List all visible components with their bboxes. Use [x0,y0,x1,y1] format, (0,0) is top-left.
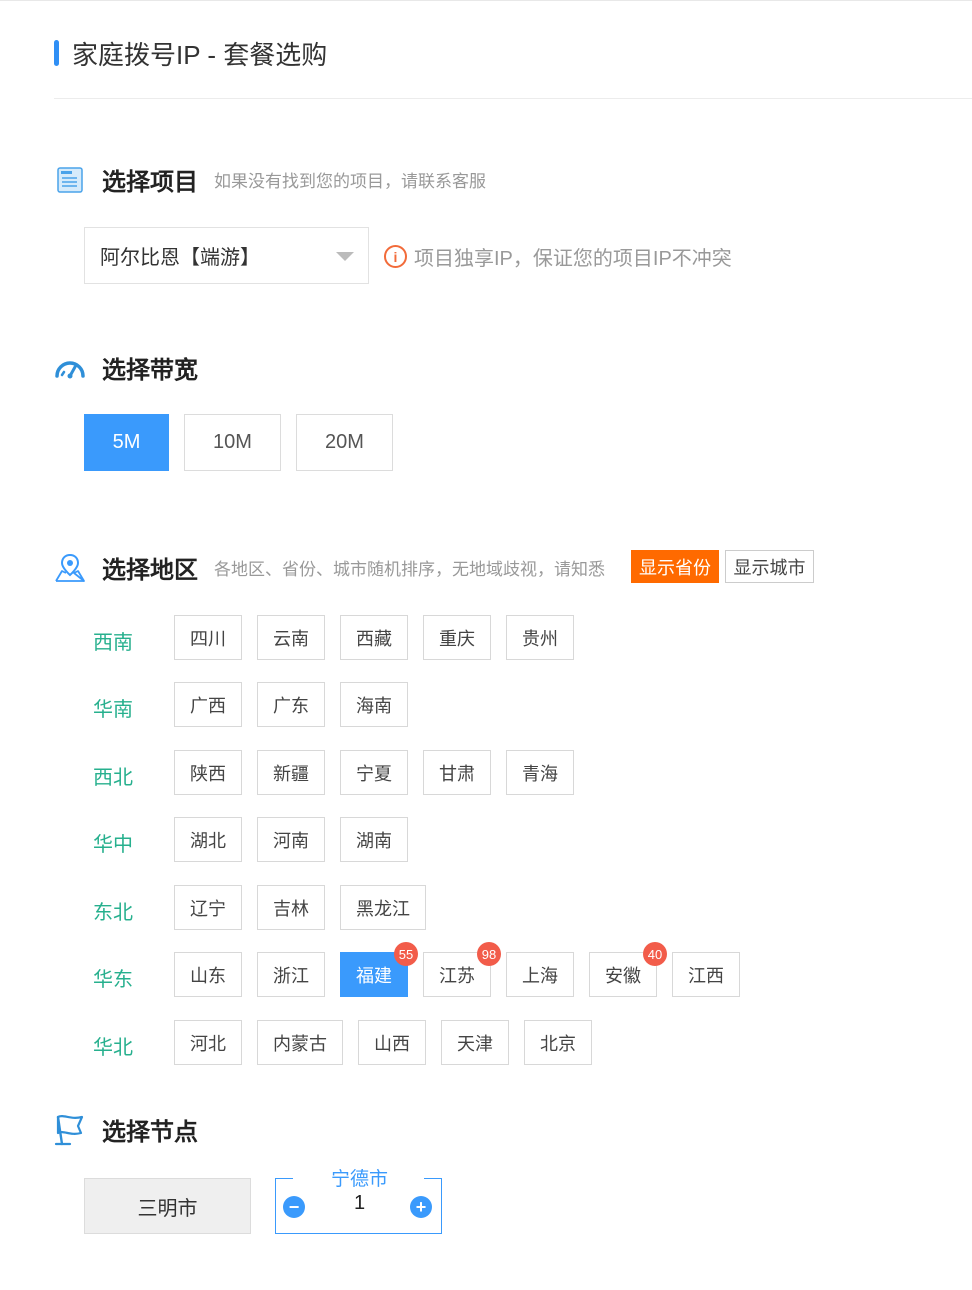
region-label-east: 华东 [93,969,133,991]
province-button[interactable]: 甘肃 [423,750,491,795]
province-button[interactable]: 海南 [340,682,408,727]
top-border [0,0,972,1]
province-button[interactable]: 西藏 [340,615,408,660]
province-button[interactable]: 宁夏 [340,750,408,795]
header-divider [54,98,972,99]
map-pin-icon [54,552,86,584]
province-button[interactable]: 江苏 98 [423,942,501,997]
province-button[interactable]: 陕西 [174,750,242,795]
province-button[interactable]: 新疆 [257,750,325,795]
page-header: 家庭拨号IP - 套餐选购 [54,38,327,70]
chevron-down-icon [336,252,354,261]
document-icon [54,164,86,196]
section-project-label: 选择项目 [102,169,198,196]
bandwidth-option-5m[interactable]: 5M [84,414,169,471]
province-button[interactable]: 辽宁 [174,885,242,930]
count-badge: 40 [643,942,667,966]
project-notice: i 项目独享IP，保证您的项目IP不冲突 [384,242,732,271]
project-notice-text: 项目独享IP，保证您的项目IP不冲突 [414,248,732,270]
section-node: 选择节点 [54,1112,198,1147]
province-button[interactable]: 湖北 [174,817,242,862]
province-button[interactable]: 贵州 [506,615,574,660]
region-label-south: 华南 [93,699,133,721]
province-button-selected[interactable]: 福建 55 [340,942,418,997]
province-button[interactable]: 重庆 [423,615,491,660]
flag-icon [54,1114,86,1146]
province-button[interactable]: 广西 [174,682,242,727]
province-button[interactable]: 青海 [506,750,574,795]
section-bandwidth-label: 选择带宽 [102,357,198,384]
province-button[interactable]: 吉林 [257,885,325,930]
node-city-label: 宁德市 [330,1169,388,1190]
province-button[interactable]: 湖南 [340,817,408,862]
bandwidth-option-10m[interactable]: 10M [184,414,281,471]
province-button-label: 福建 [356,965,392,986]
section-region-label: 选择地区 [102,557,198,584]
count-badge: 98 [477,942,501,966]
info-icon: i [384,245,407,268]
show-city-button[interactable]: 显示城市 [725,550,814,583]
province-button[interactable]: 河北 [174,1020,242,1065]
node-option-sanming[interactable]: 三明市 [84,1178,251,1234]
node-option-ningde[interactable]: 宁德市 − 1 + [275,1169,442,1234]
header-accent-bar [54,40,59,66]
page-title: 家庭拨号IP - 套餐选购 [72,39,328,70]
plus-icon[interactable]: + [410,1196,432,1218]
region-label-north: 华北 [93,1037,133,1059]
section-project-hint: 如果没有找到您的项目，请联系客服 [214,172,486,191]
province-button[interactable]: 上海 [506,952,574,997]
province-button[interactable]: 安徽 40 [589,942,667,997]
province-button[interactable]: 云南 [257,615,325,660]
count-badge: 55 [394,942,418,966]
bandwidth-option-20m[interactable]: 20M [296,414,393,471]
region-label-northeast: 东北 [93,902,133,924]
province-button[interactable]: 浙江 [257,952,325,997]
province-button-label: 江苏 [439,965,475,986]
region-label-northwest: 西北 [93,767,133,789]
province-button[interactable]: 北京 [524,1020,592,1065]
region-label-central: 华中 [93,834,133,856]
section-bandwidth: 选择带宽 [54,350,198,385]
province-button[interactable]: 河南 [257,817,325,862]
province-button[interactable]: 山西 [358,1020,426,1065]
province-button-label: 安徽 [605,965,641,986]
province-button[interactable]: 江西 [672,952,740,997]
section-region-hint: 各地区、省份、城市随机排序，无地域歧视，请知悉 [214,560,605,579]
region-label-southwest: 西南 [93,632,133,654]
project-select[interactable]: 阿尔比恩【端游】 [84,227,369,284]
section-region: 选择地区 各地区、省份、城市随机排序，无地域歧视，请知悉 [54,550,605,585]
section-node-label: 选择节点 [102,1119,198,1146]
section-project: 选择项目 如果没有找到您的项目，请联系客服 [54,162,486,197]
speedometer-icon [54,352,86,384]
project-select-value: 阿尔比恩【端游】 [100,247,260,269]
province-button[interactable]: 四川 [174,615,242,660]
province-button[interactable]: 山东 [174,952,242,997]
province-button[interactable]: 天津 [441,1020,509,1065]
province-button[interactable]: 黑龙江 [340,885,426,930]
show-province-button[interactable]: 显示省份 [631,550,719,583]
province-button[interactable]: 广东 [257,682,325,727]
province-button[interactable]: 内蒙古 [257,1020,343,1065]
